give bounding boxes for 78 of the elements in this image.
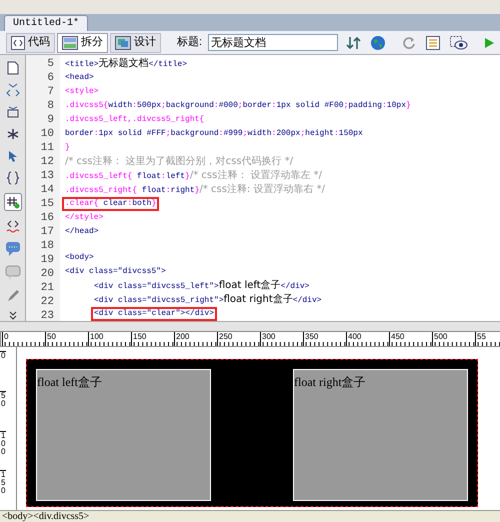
code-line: <div class="divcss5_right">float right盒子</div> [93, 293, 323, 307]
hash-icon[interactable] [4, 193, 22, 211]
code-line: </head> [64, 226, 100, 238]
ruler-label: 350 [303, 332, 346, 346]
braces-icon[interactable] [6, 171, 20, 185]
ruler-label: 250 [217, 332, 260, 346]
code-line: <style> [64, 86, 100, 98]
code-line: .divcss5_left{ float:left}/* css注释： 设置浮动靠左 */ [64, 169, 324, 183]
line-number: 22 [40, 295, 55, 309]
code-line: .divcss5_left,.divcss5_right{ [64, 114, 206, 126]
line-number: 8 [46, 99, 55, 113]
code-line: </style> [64, 212, 104, 224]
globe-icon[interactable] [370, 34, 386, 50]
line-number: 15 [40, 197, 55, 211]
horizontal-scrollbar[interactable] [0, 321, 500, 331]
line-number: 12 [40, 155, 55, 169]
ruler-label: 150 [131, 332, 174, 346]
line-number: 20 [40, 267, 55, 281]
ruler-label: 400 [346, 332, 389, 346]
comment-icon[interactable] [4, 241, 20, 257]
design-view-icon [115, 36, 131, 50]
pencil-icon[interactable] [6, 289, 20, 303]
asterisk-icon[interactable] [6, 127, 20, 141]
document-icon[interactable] [6, 61, 18, 75]
preview-eye-icon[interactable] [450, 36, 468, 50]
line-number: 6 [46, 71, 55, 85]
line-number: 19 [40, 253, 55, 267]
ruler-label: 450 [389, 332, 432, 346]
expand-tags-icon[interactable] [6, 83, 20, 97]
line-number: 14 [40, 183, 55, 197]
split-view-icon [62, 36, 78, 50]
line-number: 17 [40, 225, 55, 239]
code-line: <div class="divcss5_left">float left盒子</div> [93, 279, 310, 293]
line-number: 5 [46, 57, 55, 71]
ruler-label: 300 [260, 332, 303, 346]
view-button[interactable]: 代码 [6, 32, 55, 52]
code-line: } [64, 142, 71, 154]
line-number: 21 [40, 281, 55, 295]
code-line: <head> [64, 72, 95, 84]
line-number: 16 [40, 211, 55, 225]
code-line: /* css注释： 这里为了截图分别，对css代码换行 */ [64, 155, 294, 169]
line-number: 18 [40, 239, 55, 253]
line-number: 9 [46, 113, 55, 127]
ruler-label: 0 [2, 332, 45, 346]
document-tab[interactable]: Untitled-1* [4, 15, 88, 31]
ruler-label: 100 [88, 332, 131, 346]
play-icon[interactable] [484, 36, 496, 50]
tag-selector[interactable]: <body><div.divcss5> [0, 510, 90, 522]
ruler-label: 55 [475, 332, 500, 346]
line-number: 13 [40, 169, 55, 183]
view-button[interactable]: 设计 [110, 32, 161, 52]
code-view-icon [11, 36, 25, 50]
line-number: 7 [46, 85, 55, 99]
title-field[interactable]: 无标题文档 [208, 34, 338, 51]
ruler-label: 200 [174, 332, 217, 346]
code-line: border:1px solid #FFF;background:#999;width:200px;height:150px [64, 128, 364, 140]
code-line: <title>无标题文档</title> [64, 57, 188, 71]
code-line: <div class="divcss5"> [64, 266, 167, 278]
ruler-label: 50 [45, 332, 88, 346]
view-button[interactable]: 拆分 [57, 32, 108, 52]
tag-check-icon[interactable] [6, 219, 20, 233]
ruler-label: 500 [432, 332, 475, 346]
collapse-icon[interactable] [6, 105, 20, 119]
title-label: 标题: [177, 35, 202, 50]
ruler-label: 100 [0, 430, 6, 470]
sort-arrows-icon[interactable] [346, 36, 362, 50]
line-number: 23 [40, 309, 55, 323]
code-line: .divcss5{width:500px;background:#000;border:1px solid #F00;padding:10px} [64, 100, 412, 112]
box-label: float right盒子 [294, 375, 366, 389]
code-line: .divcss5_right{ float:right}/* css注释: 设置浮动靠右 */ [64, 183, 326, 197]
code-line: <body> [64, 252, 95, 264]
ruler-label: 0 [0, 351, 6, 391]
ruler-label: 50 [0, 390, 6, 430]
line-number: 10 [40, 127, 55, 141]
box-label: float left盒子 [37, 375, 102, 389]
chevron-icon[interactable] [8, 311, 18, 321]
list-icon[interactable] [426, 36, 440, 50]
line-number: 11 [40, 141, 55, 155]
